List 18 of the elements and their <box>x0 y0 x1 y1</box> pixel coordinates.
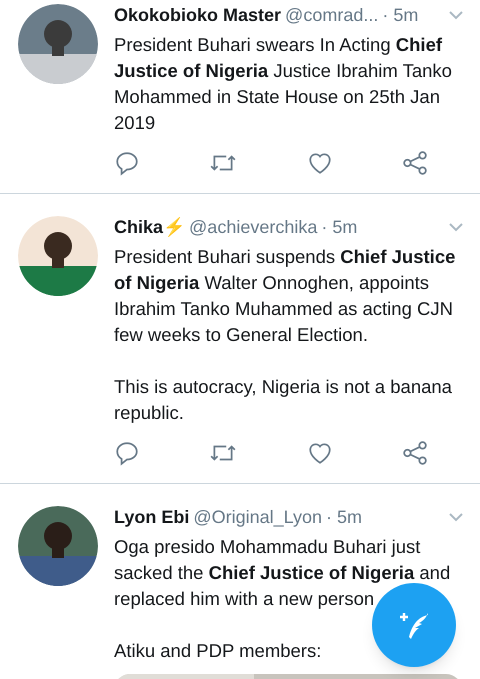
tweet-time: · 5m <box>321 216 358 238</box>
user-name: Okokobioko Master <box>114 4 282 26</box>
user-name: Lyon Ebi <box>114 506 190 528</box>
user-name: Chika⚡ <box>114 216 186 238</box>
tweet-time: · 5m <box>326 506 362 528</box>
user-handle: @Original_Lyon <box>193 506 322 528</box>
tweet-text: President Buhari suspends Chief Justice of Nigeria Walter Onnoghen, appoints Ibrahim Tanko Muhammed as acting CJN few weeks to General Election. <box>114 245 456 347</box>
user-handle: @comrad... <box>285 4 378 26</box>
tweet-text: Atiku and PDP members: <box>114 639 322 663</box>
reply-icon[interactable] <box>114 440 140 466</box>
tweet-text: President Buhari swears In Acting Chief Justice of Nigeria Justice Ibrahim Tanko Mohammed in State House on 25th Jan 2019 <box>114 33 453 135</box>
tweet-time: · 5m <box>382 4 418 26</box>
share-icon[interactable] <box>402 150 428 176</box>
share-icon[interactable] <box>402 440 428 466</box>
tweet-text: Oga presido Mohammadu Buhari just sacked the Chief Justice of Nigeria and replaced him with a new person <box>114 535 452 611</box>
user-handle: @achieverchika <box>189 216 318 238</box>
tweet-text: This is autocracy, Nigeria is not a banana republic. <box>114 375 453 425</box>
reply-icon[interactable] <box>114 150 140 176</box>
